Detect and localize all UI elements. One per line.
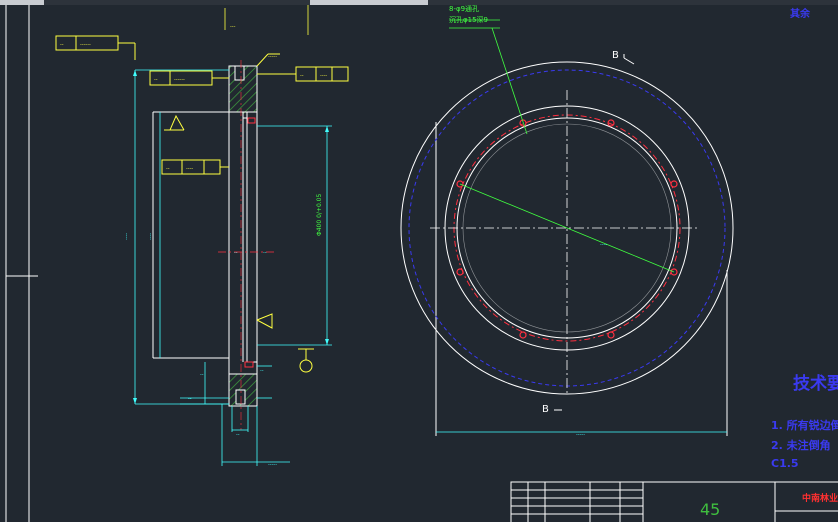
svg-text:--: -- <box>60 42 64 48</box>
title-block <box>510 481 838 522</box>
section-marker-bottom: B <box>542 404 549 415</box>
svg-text:--: -- <box>154 77 158 83</box>
surface-finish-note: 其余 <box>790 9 810 20</box>
svg-text:---: --- <box>230 24 236 30</box>
svg-text:--: -- <box>188 396 192 402</box>
cad-drawing-canvas[interactable]: -- ------ -- ------ -- ---- -- ---- --- ----… <box>0 0 838 522</box>
front-view: ----- ---- <box>400 19 734 438</box>
section-marker-top: B <box>612 50 619 61</box>
company-name: 中南林业 <box>802 494 838 504</box>
svg-text:-----: ----- <box>268 54 277 60</box>
hole-note-line1: 8-φ9通孔 <box>449 5 480 13</box>
svg-text:--: -- <box>200 372 204 378</box>
svg-text:--: -- <box>234 250 238 256</box>
tech-requirement-1: 1. 所有锐边倒 <box>771 419 838 432</box>
svg-text:------: ------ <box>80 42 91 48</box>
svg-text:--: -- <box>263 250 267 256</box>
svg-text:----: ---- <box>186 166 193 172</box>
svg-text:-----: ----- <box>268 462 277 468</box>
svg-text:--: -- <box>260 368 264 374</box>
svg-text:----: ---- <box>320 73 327 79</box>
svg-text:----: ---- <box>148 233 154 240</box>
section-view: -- ------ -- ------ -- ---- -- ---- --- ----… <box>55 24 349 468</box>
tech-requirements-title: 技术要 <box>793 374 838 394</box>
bore-dimension: Φ400 0/+0.05 <box>316 194 323 236</box>
hole-note-line2: 沉孔φ15深9 <box>449 16 488 24</box>
tech-requirement-3: C1.5 <box>771 457 799 470</box>
svg-text:----: ---- <box>124 233 130 240</box>
drawing-frame-left <box>5 5 38 522</box>
svg-text:--: -- <box>236 432 240 438</box>
sheet-number: 45 <box>700 500 721 519</box>
tech-requirement-2: 2. 未注倒角 <box>771 439 831 452</box>
svg-text:------: ------ <box>174 77 185 83</box>
svg-text:--: -- <box>166 166 170 172</box>
svg-text:----: ---- <box>600 242 607 248</box>
svg-text:--: -- <box>300 73 304 79</box>
svg-text:-----: ----- <box>576 432 585 438</box>
